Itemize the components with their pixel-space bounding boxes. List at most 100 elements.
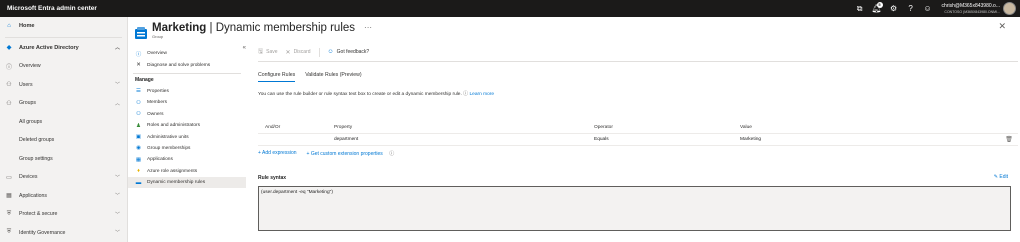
tab-validate-rules[interactable]: Validate Rules (Preview) [305, 72, 361, 82]
nav-group-settings[interactable]: Group settings [0, 150, 127, 169]
user-icon: ⚇ [6, 82, 12, 89]
divider [258, 61, 1018, 62]
feedback-label: Got feedback? [336, 49, 370, 55]
dynamic-rules-icon: ▬ [135, 179, 142, 186]
info-icon: ⓘ [135, 51, 142, 58]
nav-groups[interactable]: ⚇ Groups ︿ [0, 94, 127, 113]
info-icon: ⓘ [5, 64, 12, 71]
page-title-blade: | Dynamic membership rules [206, 22, 356, 34]
chevron-up-icon[interactable]: ︿ [115, 100, 120, 107]
chevron-up-icon[interactable]: ︿ [115, 44, 120, 51]
collapse-icon[interactable]: « [243, 45, 246, 51]
blade-item-group-memberships[interactable]: ◉ Group memberships [128, 143, 246, 154]
chevron-down-icon[interactable]: ﹀ [115, 81, 120, 88]
blade-item-label: Administrative units [147, 134, 189, 140]
description: You can use the rule builder or rule syn… [258, 90, 1018, 97]
account-info[interactable]: chrish@M365x843980.o... CONTOSO (M365X84… [942, 3, 1000, 15]
nav-devices[interactable]: ▭ Devices ﹀ [0, 168, 127, 187]
manage-heading: Manage [135, 76, 154, 83]
blade-item-applications[interactable]: ▦ Applications [128, 154, 246, 165]
edit-icon: ✎ [993, 174, 998, 180]
save-icon: 🖫︎ [258, 49, 264, 55]
nav-overview[interactable]: ⓘ Overview [0, 57, 127, 76]
edit-button[interactable]: ✎ Edit [994, 174, 1008, 180]
cell-property[interactable]: department [334, 137, 594, 142]
rule-actions: + Add expression + Get custom extension … [258, 150, 404, 157]
blade-item-label: Overview [147, 51, 167, 57]
nav-home[interactable]: ⌂ Home [0, 17, 127, 36]
cell-value[interactable]: Marketing [740, 137, 1000, 142]
description-text: You can use the rule builder or rule syn… [258, 92, 462, 97]
chevron-down-icon[interactable]: ﹀ [115, 211, 120, 218]
owners-icon: ⚇ [136, 111, 141, 118]
discard-button[interactable]: ✕ Discard [286, 49, 311, 56]
blade-item-properties[interactable]: ☰ Properties [128, 86, 246, 97]
header-value: Value [740, 125, 752, 130]
blade-item-diagnose[interactable]: ✕ Diagnose and solve problems [128, 59, 246, 70]
nav-users[interactable]: ⚇ Users ﹀ [0, 76, 127, 95]
chevron-down-icon[interactable]: ﹀ [115, 192, 120, 199]
blade-item-overview[interactable]: ⓘ Overview [128, 48, 246, 59]
group-memberships-icon: ◉ [136, 145, 141, 152]
cell-operator[interactable]: Equals [594, 137, 740, 142]
nav-label: Groups [19, 100, 37, 107]
more-options-icon[interactable]: ··· [364, 23, 372, 32]
nav-label: Deleted groups [19, 137, 55, 144]
account-org: CONTOSO (M365X843980.ONMI... [944, 9, 1000, 14]
rule-syntax-field[interactable]: (user.department -eq "Marketing") [258, 186, 1011, 231]
admin-units-icon: ▣ [135, 134, 142, 141]
cloud-shell-icon[interactable]: ⧉ [853, 2, 867, 16]
close-icon[interactable]: ✕ [998, 21, 1006, 32]
nav-label: Applications [19, 192, 47, 199]
discard-label: Discard [293, 49, 311, 55]
discard-icon: ✕ [285, 49, 291, 56]
blade-item-roles[interactable]: ♟ Roles and administrators [128, 120, 246, 131]
nav-applications[interactable]: ▦ Applications ﹀ [0, 187, 127, 206]
tab-configure-rules[interactable]: Configure Rules [258, 72, 296, 82]
blade-item-label: Group memberships [147, 145, 191, 151]
nav-azure-ad[interactable]: ◆ Azure Active Directory ︿ [0, 39, 127, 58]
blade-item-members[interactable]: ⚇ Members [128, 97, 246, 108]
blade-item-label: Diagnose and solve problems [147, 62, 211, 68]
nav-label: Overview [19, 63, 41, 70]
page-subtitle: Group [152, 34, 164, 39]
nav-protect-secure[interactable]: ⛨ Protect & secure ﹀ [0, 205, 127, 224]
feedback-icon: ☺ [327, 49, 334, 55]
blade-item-azure-roles[interactable]: ♦ Azure role assignments [128, 166, 246, 177]
edit-label: Edit [999, 174, 1008, 180]
feedback-button[interactable]: ☺ Got feedback? [328, 49, 370, 55]
feedback-icon[interactable]: ☺ [921, 2, 935, 16]
save-button[interactable]: 🖫︎ Save [258, 47, 278, 57]
nav-deleted-groups[interactable]: Deleted groups [0, 131, 127, 150]
blade-item-label: Roles and administrators [147, 123, 201, 129]
blade-item-owners[interactable]: ⚇ Owners [128, 109, 246, 120]
custom-props-label: Get custom extension properties [310, 151, 383, 157]
devices-icon: ▭ [6, 174, 12, 181]
top-bar: Microsoft Entra admin center ⧉ 🔔︎ 5 ⚙ ? ☺… [0, 0, 1020, 17]
nav-identity-governance[interactable]: ⛨ Identity Governance ﹀ [0, 224, 127, 242]
app-title[interactable]: Microsoft Entra admin center [7, 5, 853, 12]
header-and-or: And/Or [265, 125, 281, 130]
nav-all-groups[interactable]: All groups [0, 113, 127, 132]
add-expression-link[interactable]: + Add expression [258, 150, 302, 157]
applications-icon: ▦ [6, 193, 12, 200]
learn-more-link[interactable]: Learn more [470, 92, 495, 97]
notifications-icon[interactable]: 🔔︎ 5 [870, 1, 884, 16]
custom-props-link[interactable]: + Get custom extension properties ⓘ [307, 150, 400, 157]
table-row: department Equals Marketing 🗑︎ [258, 134, 1018, 146]
info-icon: ⓘ [463, 91, 469, 97]
help-icon[interactable]: ? [904, 2, 918, 16]
rule-syntax-label: Rule syntax [258, 175, 287, 181]
chevron-down-icon[interactable]: ﹀ [115, 174, 120, 181]
blade-item-admin-units[interactable]: ▣ Administrative units [128, 131, 246, 142]
settings-gear-icon[interactable]: ⚙ [887, 2, 901, 16]
governance-icon: ⛨ [6, 229, 12, 236]
applications-icon: ▦ [135, 156, 142, 163]
main-area: Marketing | Dynamic membership rules Gro… [128, 17, 1020, 242]
delete-icon[interactable]: 🗑︎ [1000, 136, 1018, 143]
command-bar: 🖫︎ Save ✕ Discard ☺ Got feedback? [258, 45, 1018, 59]
divider [318, 47, 320, 57]
chevron-down-icon[interactable]: ﹀ [115, 229, 120, 236]
avatar[interactable] [1003, 2, 1016, 15]
blade-item-dynamic-rules[interactable]: ▬ Dynamic membership rules [128, 176, 246, 189]
